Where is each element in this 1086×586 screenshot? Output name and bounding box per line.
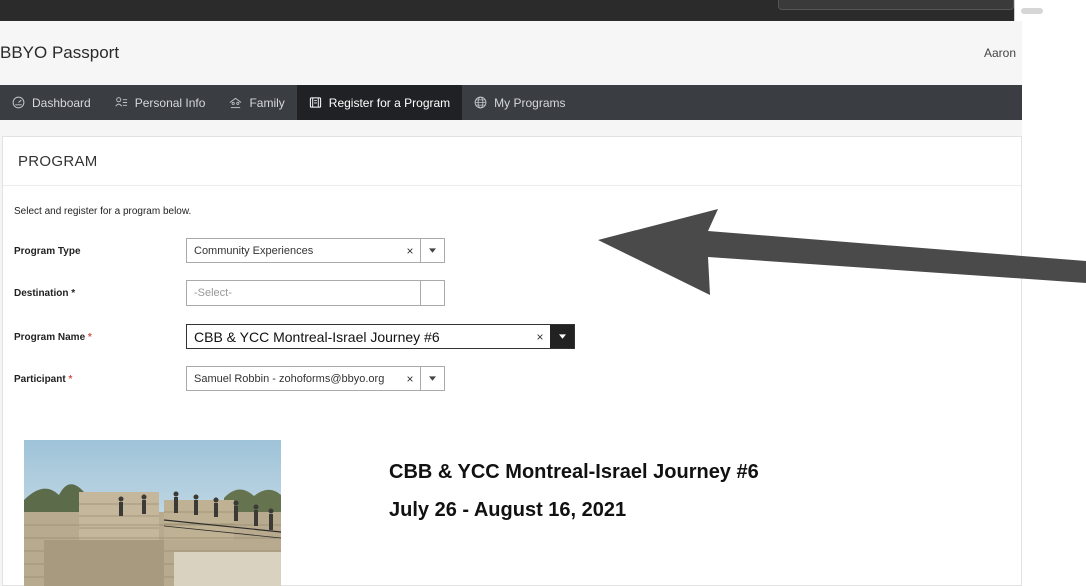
dropdown-popup-edge [778, 0, 1014, 10]
card-title: PROGRAM [3, 137, 1021, 186]
side-panel-top [1014, 0, 1086, 21]
brand-title[interactable]: BBYO Passport [0, 43, 119, 63]
intro-text: Select and register for a program below. [14, 206, 192, 217]
app-window: BBYO Passport Aaron Dashboard Personal I… [0, 21, 1022, 586]
chevron-down-icon[interactable] [420, 239, 444, 262]
chevron-down-icon[interactable] [550, 325, 574, 348]
program-type-clear-icon[interactable]: × [400, 244, 420, 258]
program-type-select[interactable]: Community Experiences × [186, 238, 445, 263]
nav-item-register-program[interactable]: Register for a Program [296, 85, 463, 120]
program-card: PROGRAM Select and register for a progra… [2, 136, 1022, 586]
family-icon [229, 96, 242, 109]
destination-select[interactable]: -Select- [186, 280, 445, 306]
program-type-label-text: Program Type [14, 246, 81, 257]
program-title: CBB & YCC Montreal-Israel Journey #6 [389, 461, 759, 483]
user-name[interactable]: Aaron [984, 46, 1016, 60]
annotation-arrow-icon [598, 209, 1086, 295]
register-icon [309, 96, 322, 109]
program-name-label-text: Program Name [14, 332, 86, 343]
globe-icon [474, 96, 487, 109]
participant-required-mark: * [68, 374, 73, 385]
program-name-label: Program Name * [14, 332, 92, 343]
program-type-label: Program Type [14, 246, 81, 257]
mini-scrollbar[interactable] [1021, 8, 1043, 14]
nav-item-family[interactable]: Family [217, 85, 296, 120]
program-photo [24, 440, 281, 586]
nav-label-personal-info: Personal Info [134, 95, 206, 110]
destination-required-mark: * [71, 288, 76, 299]
app-header: BBYO Passport Aaron [0, 21, 1022, 85]
right-panel [1022, 21, 1086, 586]
dashboard-icon [12, 96, 25, 109]
program-name-required-mark: * [87, 332, 92, 343]
person-info-icon [115, 96, 128, 109]
nav-label-dashboard: Dashboard [32, 95, 91, 110]
destination-arrow[interactable] [420, 281, 444, 305]
participant-clear-icon[interactable]: × [400, 372, 420, 386]
participant-label-text: Participant [14, 374, 66, 385]
nav-label-my-programs: My Programs [494, 95, 566, 110]
destination-placeholder: -Select- [194, 287, 232, 299]
nav-item-my-programs[interactable]: My Programs [462, 85, 577, 120]
nav-label-family: Family [249, 95, 285, 110]
program-dates: July 26 - August 16, 2021 [389, 499, 627, 521]
participant-select[interactable]: Samuel Robbin - zohoforms@bbyo.org × [186, 366, 445, 391]
program-name-value: CBB & YCC Montreal-Israel Journey #6 [194, 328, 440, 345]
participant-label: Participant * [14, 374, 72, 385]
main-nav: Dashboard Personal Info Family Register … [0, 85, 1022, 120]
browser-top-strip [0, 0, 1086, 21]
nav-item-personal-info[interactable]: Personal Info [103, 85, 218, 120]
nav-label-register-program: Register for a Program [328, 95, 451, 110]
destination-label: Destination * [14, 288, 75, 299]
program-name-select[interactable]: CBB & YCC Montreal-Israel Journey #6 × [186, 324, 575, 349]
participant-value: Samuel Robbin - zohoforms@bbyo.org [194, 372, 385, 385]
chevron-down-icon[interactable] [420, 367, 444, 390]
program-name-clear-icon[interactable]: × [530, 330, 550, 344]
destination-label-text: Destination [14, 288, 69, 299]
program-type-value: Community Experiences [194, 244, 314, 257]
nav-item-dashboard[interactable]: Dashboard [0, 85, 103, 120]
